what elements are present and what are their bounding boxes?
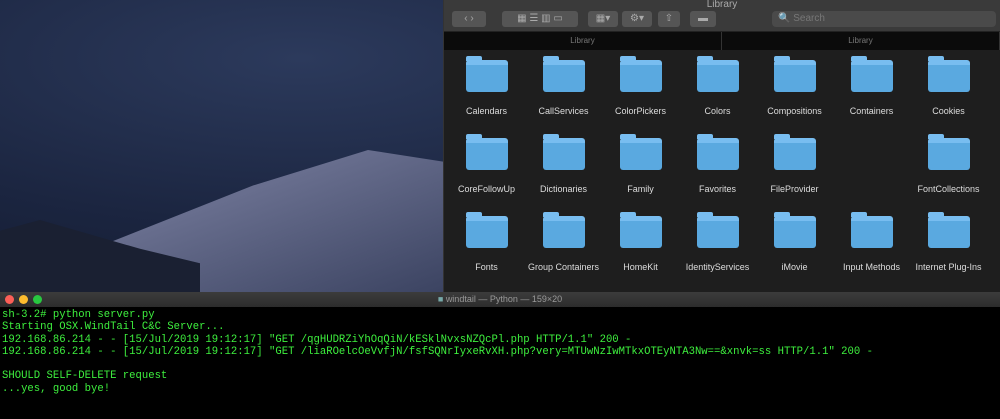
terminal-title: windtail — Python — 159×20 — [445, 294, 563, 304]
folder-icon — [542, 56, 585, 92]
terminal-line: Starting OSX.WindTail C&C Server... — [2, 321, 225, 334]
tab-library-2[interactable]: Library — [722, 32, 1000, 50]
folder-label: Dictionaries — [539, 184, 588, 194]
folder-icon — [465, 134, 508, 170]
folder-item[interactable]: Colors — [679, 56, 756, 116]
terminal-titlebar: ■ windtail — Python — 159×20 — [0, 292, 1000, 307]
tag-icon[interactable]: ▬ — [690, 11, 716, 27]
minimize-button[interactable] — [19, 295, 28, 304]
view-mode-buttons[interactable]: ▦ ☰ ▥ ▭ — [502, 11, 578, 27]
folder-item[interactable]: Fonts — [448, 212, 525, 272]
back-forward-button[interactable]: ‹ › — [452, 11, 486, 27]
folder-label: CallServices — [538, 106, 589, 116]
folder-icon — [542, 212, 585, 248]
folder-icon — [850, 56, 893, 92]
folder-icon — [927, 56, 970, 92]
folder-icon — [927, 212, 970, 248]
folder-label: IdentityServices — [685, 262, 750, 272]
folder-item[interactable]: ColorPickers — [602, 56, 679, 116]
folder-icon — [465, 212, 508, 248]
folder-item[interactable]: Input Methods — [833, 212, 910, 272]
close-button[interactable] — [5, 295, 14, 304]
folder-label: Calendars — [465, 106, 508, 116]
folder-icon — [696, 56, 739, 92]
search-placeholder: Search — [793, 13, 825, 24]
folder-icon — [927, 134, 970, 170]
folder-label: Cookies — [932, 106, 965, 116]
terminal-output[interactable]: sh-3.2# python server.py Starting OSX.Win… — [0, 307, 1000, 397]
zoom-button[interactable] — [33, 295, 42, 304]
folder-icon — [465, 56, 508, 92]
folder-label: Compositions — [767, 106, 822, 116]
folder-label: Containers — [849, 106, 894, 116]
terminal-line: sh-3.2# python server.py — [2, 309, 155, 321]
folder-label: Group Containers — [527, 262, 600, 272]
folder-icon — [850, 212, 893, 248]
folder-label: CoreFollowUp — [457, 184, 516, 194]
finder-window: Library ‹ › ▦ ☰ ▥ ▭ ▦▾ ⚙▾ ⇧ ▬ 🔍 Search L… — [443, 0, 1000, 292]
folder-item[interactable]: CallServices — [525, 56, 602, 116]
share-icon[interactable]: ⇧ — [658, 11, 680, 27]
folder-item[interactable]: iMovie — [756, 212, 833, 272]
folder-label: iMovie — [781, 262, 808, 272]
folder-item[interactable]: Compositions — [756, 56, 833, 116]
folder-item[interactable]: HomeKit — [602, 212, 679, 272]
window-title: Library — [706, 0, 738, 10]
folder-label: Internet Plug-Ins — [915, 262, 982, 272]
folder-item[interactable]: Group Containers — [525, 212, 602, 272]
folder-icon — [619, 212, 662, 248]
folder-item[interactable]: Favorites — [679, 134, 756, 194]
folder-label: ColorPickers — [614, 106, 666, 116]
terminal-line: 192.168.86.214 - - [15/Jul/2019 19:12:17… — [2, 333, 632, 346]
folder-icon: ■ — [437, 294, 444, 304]
gear-icon[interactable]: ⚙▾ — [622, 11, 652, 27]
folder-grid: Calendars CallServices ColorPickers Colors C… — [444, 50, 1000, 290]
folder-label: FontCollections — [917, 184, 980, 194]
folder-label: Family — [627, 184, 654, 194]
folder-icon — [542, 134, 585, 170]
folder-icon — [773, 212, 816, 248]
folder-item[interactable]: Internet Plug-Ins — [910, 212, 987, 272]
terminal-window: ■ windtail — Python — 159×20 sh-3.2# pyt… — [0, 292, 1000, 419]
folder-label: HomeKit — [623, 262, 658, 272]
folder-item[interactable]: Family — [602, 134, 679, 194]
folder-label: FileProvider — [770, 184, 819, 194]
folder-item[interactable]: Cookies — [910, 56, 987, 116]
tab-library-1[interactable]: Library — [444, 32, 722, 50]
folder-icon — [696, 134, 739, 170]
folder-icon — [773, 56, 816, 92]
folder-item[interactable]: FontCollections — [910, 134, 987, 194]
folder-item[interactable]: CoreFollowUp — [448, 134, 525, 194]
folder-item[interactable]: FileProvider — [756, 134, 833, 194]
folder-icon — [619, 134, 662, 170]
tab-bar: Library Library — [444, 32, 1000, 50]
finder-toolbar: Library ‹ › ▦ ☰ ▥ ▭ ▦▾ ⚙▾ ⇧ ▬ 🔍 Search — [444, 0, 1000, 32]
terminal-line: ...yes, good bye! — [2, 382, 111, 395]
terminal-line: SHOULD SELF-DELETE request — [2, 370, 168, 383]
folder-label: Colors — [704, 106, 731, 116]
folder-item[interactable]: IdentityServices — [679, 212, 756, 272]
folder-icon — [619, 56, 662, 92]
folder-item[interactable]: Containers — [833, 56, 910, 116]
terminal-line: 192.168.86.214 - - [15/Jul/2019 19:12:17… — [2, 345, 873, 358]
folder-label: Fonts — [475, 262, 498, 272]
folder-item[interactable]: Calendars — [448, 56, 525, 116]
folder-item[interactable]: Dictionaries — [525, 134, 602, 194]
folder-icon — [773, 134, 816, 170]
folder-label: Input Methods — [842, 262, 901, 272]
search-input[interactable]: 🔍 Search — [772, 11, 996, 27]
group-button[interactable]: ▦▾ — [588, 11, 618, 27]
folder-icon — [696, 212, 739, 248]
folder-label: Favorites — [698, 184, 736, 194]
